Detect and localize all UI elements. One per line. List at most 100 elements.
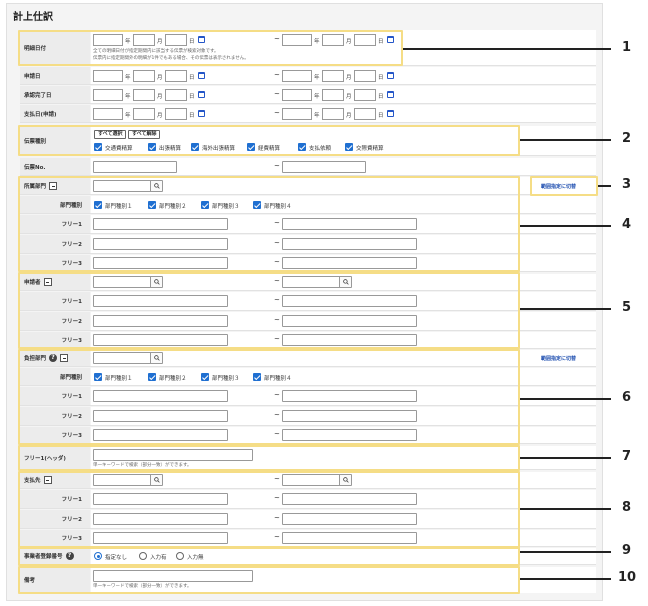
shinseisha-from-input[interactable] bbox=[93, 276, 163, 288]
shinsei-to-day[interactable] bbox=[354, 70, 376, 82]
checkbox-checked-icon[interactable] bbox=[148, 143, 156, 151]
free1-to-input[interactable] bbox=[282, 493, 417, 505]
shonin-from-day[interactable] bbox=[165, 89, 187, 101]
free3-from-input[interactable] bbox=[93, 429, 228, 441]
shiharai-to-month[interactable] bbox=[322, 108, 344, 120]
radio-icon[interactable] bbox=[176, 552, 184, 560]
free1-from-input[interactable] bbox=[93, 295, 228, 307]
search-icon[interactable] bbox=[150, 277, 162, 287]
free2-to-input[interactable] bbox=[282, 410, 417, 422]
free1-to-input[interactable] bbox=[282, 218, 417, 230]
shozoku-range-toggle-link[interactable]: 範囲指定に切替 bbox=[541, 183, 576, 190]
calendar-icon[interactable] bbox=[387, 110, 394, 117]
collapse-icon[interactable] bbox=[60, 354, 69, 362]
meisai-from-month[interactable] bbox=[133, 34, 155, 46]
select-all-button[interactable]: すべて選択 bbox=[94, 130, 127, 139]
free3-to-input[interactable] bbox=[282, 429, 417, 441]
calendar-icon[interactable] bbox=[387, 91, 394, 98]
help-icon[interactable]: ? bbox=[49, 354, 58, 362]
meisai-to-year[interactable] bbox=[282, 34, 312, 46]
shozoku-input[interactable] bbox=[93, 180, 163, 192]
checkbox-checked-icon[interactable] bbox=[201, 373, 209, 381]
calendar-icon[interactable] bbox=[387, 72, 394, 79]
free1-from-input[interactable] bbox=[93, 493, 228, 505]
free2-to-input[interactable] bbox=[282, 315, 417, 327]
free2-to-input[interactable] bbox=[282, 238, 417, 250]
biko-input[interactable] bbox=[93, 570, 253, 582]
shiharai-to-year[interactable] bbox=[282, 108, 312, 120]
shinsei-from-year[interactable] bbox=[93, 70, 123, 82]
calendar-icon[interactable] bbox=[387, 36, 394, 43]
free3-to-input[interactable] bbox=[282, 334, 417, 346]
shiharai-to-day[interactable] bbox=[354, 108, 376, 120]
shonin-from-year[interactable] bbox=[93, 89, 123, 101]
free-header-input[interactable] bbox=[93, 449, 253, 461]
meisai-from-year[interactable] bbox=[93, 34, 123, 46]
free2-from-input[interactable] bbox=[93, 315, 228, 327]
shiharai-from-year[interactable] bbox=[93, 108, 123, 120]
shinsei-to-month[interactable] bbox=[322, 70, 344, 82]
callout-number-2: 2 bbox=[622, 131, 632, 146]
free2-to-input[interactable] bbox=[282, 513, 417, 525]
free3-from-input[interactable] bbox=[93, 257, 228, 269]
radio-selected-icon[interactable] bbox=[94, 552, 102, 560]
checkbox-checked-icon[interactable] bbox=[191, 143, 199, 151]
denpyo-no-from-input[interactable] bbox=[93, 161, 177, 173]
checkbox-checked-icon[interactable] bbox=[94, 373, 102, 381]
checkbox-checked-icon[interactable] bbox=[94, 201, 102, 209]
calendar-icon[interactable] bbox=[198, 91, 205, 98]
free1-to-input[interactable] bbox=[282, 390, 417, 402]
help-icon[interactable]: ? bbox=[65, 552, 74, 560]
free2-from-input[interactable] bbox=[93, 513, 228, 525]
shiharaisaki-from-input[interactable] bbox=[93, 474, 163, 486]
shinseisha-to-input[interactable] bbox=[282, 276, 352, 288]
free2-from-input[interactable] bbox=[93, 238, 228, 250]
shonin-from-month[interactable] bbox=[133, 89, 155, 101]
shonin-to-month[interactable] bbox=[322, 89, 344, 101]
futan-range-toggle-link[interactable]: 範囲指定に切替 bbox=[541, 355, 576, 362]
clear-all-button[interactable]: すべて解除 bbox=[128, 130, 161, 139]
shonin-to-day[interactable] bbox=[354, 89, 376, 101]
meisai-from-day[interactable] bbox=[165, 34, 187, 46]
denpyo-no-to-input[interactable] bbox=[282, 161, 366, 173]
shiharaisaki-to-input[interactable] bbox=[282, 474, 352, 486]
search-icon[interactable] bbox=[150, 353, 162, 363]
collapse-icon[interactable] bbox=[49, 181, 58, 190]
checkbox-checked-icon[interactable] bbox=[94, 143, 102, 151]
search-icon[interactable] bbox=[150, 475, 162, 485]
calendar-icon[interactable] bbox=[198, 36, 205, 43]
checkbox-checked-icon[interactable] bbox=[201, 201, 209, 209]
free3-to-input[interactable] bbox=[282, 257, 417, 269]
search-icon[interactable] bbox=[339, 475, 351, 485]
free1-to-input[interactable] bbox=[282, 295, 417, 307]
shiharai-from-day[interactable] bbox=[165, 108, 187, 120]
free3-to-input[interactable] bbox=[282, 532, 417, 544]
radio-icon[interactable] bbox=[139, 552, 147, 560]
shonin-to-year[interactable] bbox=[282, 89, 312, 101]
search-icon[interactable] bbox=[339, 277, 351, 287]
shinsei-from-month[interactable] bbox=[133, 70, 155, 82]
calendar-icon[interactable] bbox=[198, 110, 205, 117]
checkbox-checked-icon[interactable] bbox=[298, 143, 306, 151]
collapse-icon[interactable] bbox=[43, 278, 52, 286]
meisai-to-month[interactable] bbox=[322, 34, 344, 46]
collapse-icon[interactable] bbox=[43, 476, 52, 484]
shiharai-from-month[interactable] bbox=[133, 108, 155, 120]
checkbox-checked-icon[interactable] bbox=[345, 143, 353, 151]
shinsei-from-day[interactable] bbox=[165, 70, 187, 82]
checkbox-checked-icon[interactable] bbox=[247, 143, 255, 151]
calendar-icon[interactable] bbox=[198, 72, 205, 79]
futan-input[interactable] bbox=[93, 352, 163, 364]
shinsei-to-year[interactable] bbox=[282, 70, 312, 82]
checkbox-checked-icon[interactable] bbox=[148, 201, 156, 209]
free3-from-input[interactable] bbox=[93, 334, 228, 346]
meisai-to-day[interactable] bbox=[354, 34, 376, 46]
free3-from-input[interactable] bbox=[93, 532, 228, 544]
checkbox-checked-icon[interactable] bbox=[253, 201, 261, 209]
search-icon[interactable] bbox=[150, 181, 162, 191]
free1-from-input[interactable] bbox=[93, 218, 228, 230]
free1-from-input[interactable] bbox=[93, 390, 228, 402]
checkbox-checked-icon[interactable] bbox=[253, 373, 261, 381]
checkbox-checked-icon[interactable] bbox=[148, 373, 156, 381]
free2-from-input[interactable] bbox=[93, 410, 228, 422]
